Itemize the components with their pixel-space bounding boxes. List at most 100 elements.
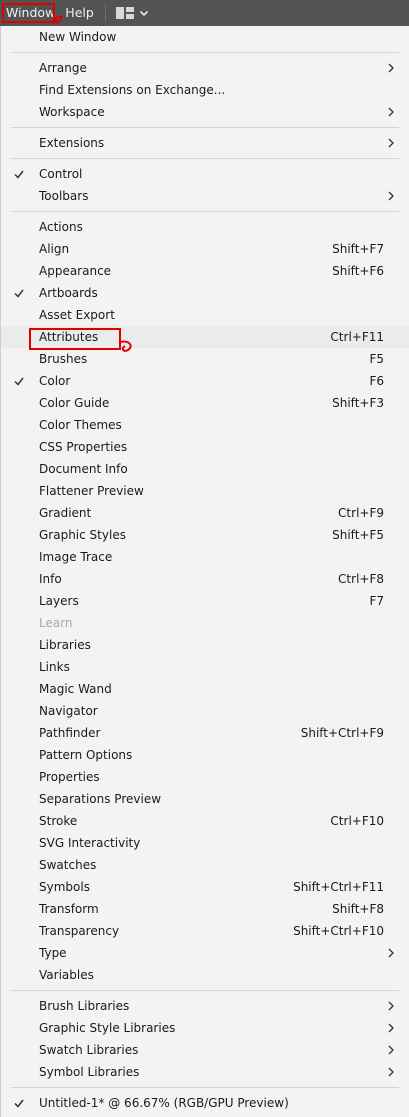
menu-item-label: Actions: [39, 220, 83, 234]
submenu-arrow-icon: [388, 1067, 394, 1077]
menu-item-transparency[interactable]: Transparency Shift+Ctrl+F10: [1, 920, 409, 942]
menu-bar: Window Help: [0, 0, 409, 26]
menu-item-label: Toolbars: [39, 189, 89, 203]
menu-item-graphic-styles[interactable]: Graphic Styles Shift+F5: [1, 524, 409, 546]
menu-item-shortcut: Shift+F8: [332, 902, 384, 916]
menu-item-shortcut: Shift+F6: [332, 264, 384, 278]
menu-item-label: CSS Properties: [39, 440, 128, 454]
menu-item-label: Color Guide: [39, 396, 110, 410]
menu-item-label: Appearance: [39, 264, 112, 278]
menu-item-control[interactable]: Control: [1, 163, 409, 185]
menu-item-label: Separations Preview: [39, 792, 162, 806]
menu-item-symbol-libraries[interactable]: Symbol Libraries: [1, 1061, 409, 1083]
menu-separator: [11, 211, 399, 212]
menu-item-attributes[interactable]: Attributes Ctrl+F11: [1, 326, 409, 348]
menu-item-appearance[interactable]: Appearance Shift+F6: [1, 260, 409, 282]
submenu-arrow-icon: [388, 63, 394, 73]
menu-item-brushes[interactable]: Brushes F5: [1, 348, 409, 370]
menu-item-asset-export[interactable]: Asset Export: [1, 304, 409, 326]
menu-help[interactable]: Help: [60, 0, 99, 26]
menu-item-arrange[interactable]: Arrange: [1, 57, 409, 79]
menu-help-label: Help: [65, 5, 94, 20]
checkmark-icon: [14, 1099, 24, 1108]
menu-item-extensions[interactable]: Extensions: [1, 132, 409, 154]
menu-item-shortcut: Ctrl+F8: [338, 572, 384, 586]
menu-item-label: Workspace: [39, 105, 105, 119]
menu-item-shortcut: Shift+Ctrl+F11: [293, 880, 384, 894]
menu-item-label: Color Themes: [39, 418, 122, 432]
menu-item-artboards[interactable]: Artboards: [1, 282, 409, 304]
menu-item-symbols[interactable]: Symbols Shift+Ctrl+F11: [1, 876, 409, 898]
chevron-down-icon: [139, 10, 148, 17]
menu-item-label: Attributes: [39, 330, 99, 344]
menu-item-shortcut: Shift+F7: [332, 242, 384, 256]
menu-item-shortcut: Shift+F3: [332, 396, 384, 410]
menu-item-label: Graphic Style Libraries: [39, 1021, 176, 1035]
menu-item-swatch-libraries[interactable]: Swatch Libraries: [1, 1039, 409, 1061]
submenu-arrow-icon: [388, 1001, 394, 1011]
menu-window[interactable]: Window: [1, 0, 63, 26]
menu-item-shortcut: Shift+Ctrl+F10: [293, 924, 384, 938]
menu-item-links[interactable]: Links: [1, 656, 409, 678]
menu-item-color[interactable]: Color F6: [1, 370, 409, 392]
menu-item-svg-interactivity[interactable]: SVG Interactivity: [1, 832, 409, 854]
menu-item-label: Flattener Preview: [39, 484, 144, 498]
workspace-layout-icon: [115, 7, 134, 19]
menu-separator: [11, 158, 399, 159]
menu-item-image-trace[interactable]: Image Trace: [1, 546, 409, 568]
menu-item-actions[interactable]: Actions: [1, 216, 409, 238]
menu-item-flattener-preview[interactable]: Flattener Preview: [1, 480, 409, 502]
menu-item-label: Image Trace: [39, 550, 113, 564]
menu-item-label: Arrange: [39, 61, 87, 75]
menu-item-navigator[interactable]: Navigator: [1, 700, 409, 722]
menu-item-label: Stroke: [39, 814, 78, 828]
menu-item-label: Links: [39, 660, 70, 674]
menu-item-label: Asset Export: [39, 308, 115, 322]
menu-item-untitled-1-66-67-rgb-gpu-preview[interactable]: Untitled-1* @ 66.67% (RGB/GPU Preview): [1, 1092, 409, 1114]
menu-item-shortcut: F7: [369, 594, 384, 608]
menu-item-find-extensions-on-exchange[interactable]: Find Extensions on Exchange...: [1, 79, 409, 101]
menu-item-graphic-style-libraries[interactable]: Graphic Style Libraries: [1, 1017, 409, 1039]
menu-item-pattern-options[interactable]: Pattern Options: [1, 744, 409, 766]
menu-separator: [11, 52, 399, 53]
menu-item-stroke[interactable]: Stroke Ctrl+F10: [1, 810, 409, 832]
submenu-arrow-icon: [388, 107, 394, 117]
menu-item-pathfinder[interactable]: Pathfinder Shift+Ctrl+F9: [1, 722, 409, 744]
menu-item-label: Variables: [39, 968, 94, 982]
menu-item-color-themes[interactable]: Color Themes: [1, 414, 409, 436]
menu-item-color-guide[interactable]: Color Guide Shift+F3: [1, 392, 409, 414]
menu-item-layers[interactable]: Layers F7: [1, 590, 409, 612]
menu-item-properties[interactable]: Properties: [1, 766, 409, 788]
menu-item-gradient[interactable]: Gradient Ctrl+F9: [1, 502, 409, 524]
menu-item-variables[interactable]: Variables: [1, 964, 409, 986]
menu-item-document-info[interactable]: Document Info: [1, 458, 409, 480]
menu-item-label: Brush Libraries: [39, 999, 130, 1013]
menu-item-transform[interactable]: Transform Shift+F8: [1, 898, 409, 920]
checkmark-icon: [14, 289, 24, 298]
menu-item-toolbars[interactable]: Toolbars: [1, 185, 409, 207]
submenu-arrow-icon: [388, 948, 394, 958]
menu-item-label: Libraries: [39, 638, 91, 652]
menu-item-label: Align: [39, 242, 70, 256]
menu-item-info[interactable]: Info Ctrl+F8: [1, 568, 409, 590]
menu-item-brush-libraries[interactable]: Brush Libraries: [1, 995, 409, 1017]
menu-item-separations-preview[interactable]: Separations Preview: [1, 788, 409, 810]
submenu-arrow-icon: [388, 1045, 394, 1055]
menu-item-magic-wand[interactable]: Magic Wand: [1, 678, 409, 700]
checkmark-icon: [14, 377, 24, 386]
menu-item-learn: Learn: [1, 612, 409, 634]
menu-item-swatches[interactable]: Swatches: [1, 854, 409, 876]
menu-item-shortcut: Ctrl+F11: [330, 330, 384, 344]
workspace-layout-button[interactable]: [112, 0, 154, 26]
menu-item-label: Learn: [39, 616, 73, 630]
menu-item-align[interactable]: Align Shift+F7: [1, 238, 409, 260]
menu-item-label: New Window: [39, 30, 117, 44]
menu-item-libraries[interactable]: Libraries: [1, 634, 409, 656]
menu-item-label: Magic Wand: [39, 682, 112, 696]
menu-item-type[interactable]: Type: [1, 942, 409, 964]
menu-item-label: Extensions: [39, 136, 105, 150]
menu-item-label: Artboards: [39, 286, 98, 300]
menu-item-css-properties[interactable]: CSS Properties: [1, 436, 409, 458]
menu-item-workspace[interactable]: Workspace: [1, 101, 409, 123]
menu-item-new-window[interactable]: New Window: [1, 26, 409, 48]
